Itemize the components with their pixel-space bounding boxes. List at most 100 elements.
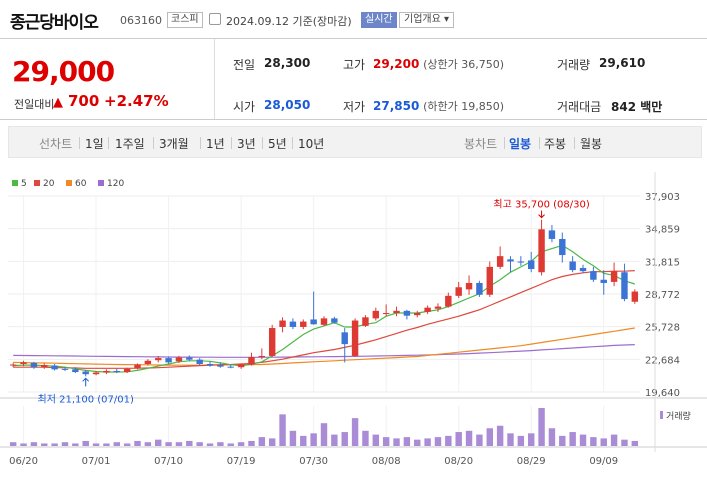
volume-bar [82,440,89,446]
volume-bar [300,435,307,446]
x-tick-label: 07/01 [82,456,111,467]
low-annotation: 최저 21,100 (07/01) [38,393,134,405]
amount-value: 842 백만 [611,100,663,114]
stock-chart-area[interactable]: 5 20 60 120 37,903 34,859 31,815 28,772 25,728 22… [0,172,707,487]
candle-body [610,271,618,282]
volume-bar [486,428,493,446]
prev-close-label: 전일 [233,58,256,72]
volume-bar [41,443,48,446]
x-tick-label: 07/19 [227,456,256,467]
volume-bar [51,443,58,446]
volume-bar [320,423,328,446]
separator [574,137,575,149]
candle-body [20,362,27,364]
candle-body [217,365,224,367]
volume-bar [517,435,525,446]
price-divider [214,39,215,119]
y-tick-label: 31,815 [645,257,680,268]
candle-body [175,357,183,362]
candle-body [206,363,214,366]
candle-body [403,310,411,316]
volume-bar [186,440,193,446]
candle-body [186,357,193,360]
y-tick-label: 28,772 [645,290,680,301]
y-tick-label: 37,903 [645,192,680,203]
volume-bar [175,442,183,446]
candle-body [569,261,576,271]
candle-body [165,358,172,363]
change-label: 전일대비 [14,98,55,111]
separator [539,137,540,149]
legend-label-60: 60 [75,179,87,189]
candlestick-chart[interactable]: 5 20 60 120 37,903 34,859 31,815 28,772 25,728 22… [0,172,707,487]
candle-body [382,313,390,315]
volume-legend-label: 거래량 [666,410,691,422]
candle-body [300,321,307,327]
volume-bar [134,440,141,446]
volume-bar [227,443,234,446]
volume-bar [289,430,297,446]
candle-monthly[interactable]: 월봉 [580,135,602,152]
volume-bar [434,437,442,446]
candle-body [279,320,286,327]
realtime-button[interactable]: 실시간 [361,12,397,28]
period-10y[interactable]: 10년 [298,135,324,152]
volume-bar [424,438,431,446]
change-percent: +2.47% [104,92,169,110]
open-value-wrap: 28,050 [264,98,310,112]
candle-body [72,369,79,373]
volume-bar [528,433,535,446]
volume-bar [590,437,597,446]
legend-label-20: 20 [43,179,55,189]
date-info: 2024.09.12 기준(장마감) [226,15,352,28]
volume-value-wrap: 29,610 [599,56,645,70]
stock-code: 063160 [120,14,162,27]
volume-bar [92,443,100,446]
period-3m[interactable]: 3개월 [159,135,189,152]
candle-body [528,260,535,270]
stock-header: 종근당바이오 063160 코스피 2024.09.12 기준(장마감) 실시간… [0,0,707,38]
candle-body [268,328,276,356]
candle-body [144,360,152,364]
amount-value-wrap: 842 백만 [611,98,662,115]
candle-weekly[interactable]: 주봉 [544,135,566,152]
candle-chart-label[interactable]: 봉차트 [464,135,497,152]
candle-body [559,238,566,256]
candle-body [320,318,328,325]
candle-body [134,364,141,369]
candle-body [590,271,597,280]
volume-bar [206,443,214,446]
stock-name: 종근당바이오 [10,13,99,33]
candle-daily[interactable]: 일봉 [509,135,531,152]
line-chart-label[interactable]: 선차트 [39,135,72,152]
period-1y[interactable]: 1년 [206,135,225,152]
volume-bar [30,442,38,446]
up-arrow-icon: ▲ [53,95,63,110]
legend-label-5: 5 [21,179,27,189]
period-1d[interactable]: 1일 [85,135,104,152]
period-5y[interactable]: 5년 [268,135,287,152]
period-3y[interactable]: 3년 [237,135,256,152]
candle-body [30,362,38,368]
volume-bar [631,440,639,446]
company-overview-button[interactable]: 기업개요 ▾ [399,12,454,28]
candle-body [258,355,266,358]
volume-bar [279,414,286,446]
candle-body [248,357,255,365]
separator [231,137,232,149]
high-label: 고가 [343,58,366,72]
high-value-wrap: 29,200 (상한가 36,750) [373,56,504,72]
prev-close-value: 28,300 [264,56,310,70]
separator [79,137,80,149]
volume-bar [600,438,607,446]
volume-value: 29,610 [599,56,646,70]
candle-body [476,282,483,295]
candle-body [445,295,452,307]
candle-body [600,279,607,283]
candle-body [434,306,442,309]
period-1w[interactable]: 1주일 [115,135,145,152]
candle-body [51,365,58,370]
candle-body [414,313,421,316]
y-tick-label: 34,859 [645,225,680,236]
candle-body [289,321,297,327]
